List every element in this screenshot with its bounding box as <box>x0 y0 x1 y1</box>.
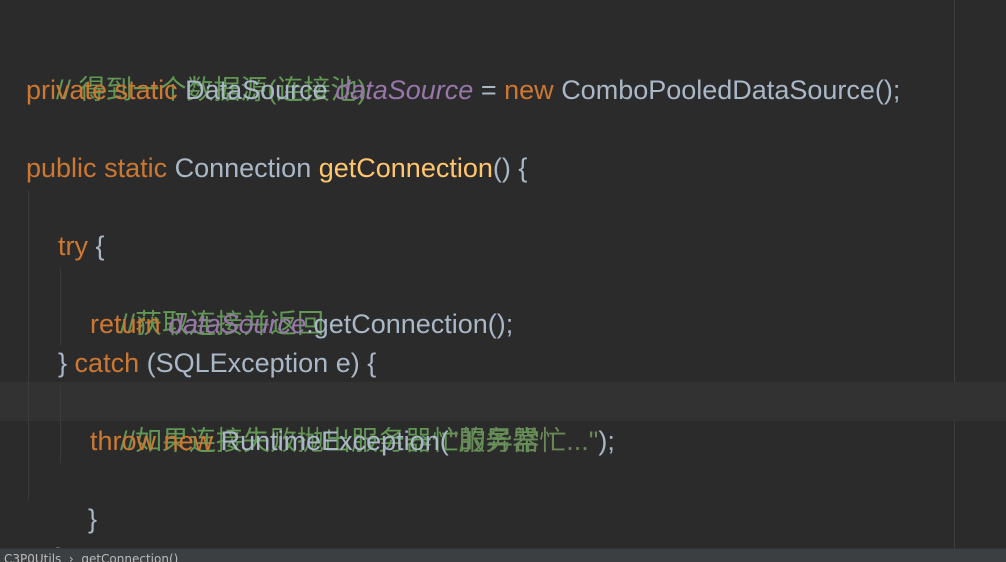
code-line-9[interactable]: throw new RuntimeException("服务器忙..."); <box>90 422 615 461</box>
keyword-throw: throw <box>90 426 157 456</box>
breadcrumb-bar[interactable]: C3P0Utils › getConnection() <box>0 548 1006 562</box>
indent-guide <box>28 190 29 500</box>
method-call: .getConnection(); <box>306 309 514 339</box>
code-line-11[interactable]: } <box>26 500 65 562</box>
keyword-public: public <box>26 153 97 183</box>
type-name: DataSource <box>185 75 328 105</box>
operator-equals: = <box>480 75 497 105</box>
code-line-5[interactable]: //获取连接并返回 <box>90 266 324 339</box>
breadcrumb[interactable]: C3P0Utils › getConnection() <box>4 552 178 562</box>
brace: } <box>58 348 68 378</box>
constructor-call: ComboPooledDataSource(); <box>561 75 901 105</box>
keyword-return: return <box>90 309 161 339</box>
code-line-2[interactable]: private static DataSource dataSource = n… <box>26 71 900 110</box>
keyword-catch: catch <box>74 348 140 378</box>
keyword-new: new <box>163 426 214 456</box>
code-line-7[interactable]: } catch (SQLException e) { <box>58 344 376 383</box>
brace: } <box>88 504 98 534</box>
code-line-4[interactable]: try { <box>58 227 105 266</box>
code-line-8[interactable]: //如果连接失败抛出服务器忙的异常 <box>90 383 540 456</box>
indent-guide <box>60 268 61 346</box>
statement-end: ); <box>598 426 615 456</box>
method-signature-rest: () { <box>492 153 528 183</box>
code-line-10[interactable]: } <box>58 461 97 534</box>
code-editor[interactable]: // 得到一个数据源(连接池) private static DataSourc… <box>0 0 1006 562</box>
string-literal: "服务器忙..." <box>448 426 599 456</box>
code-line-3[interactable]: public static Connection getConnection()… <box>26 149 527 188</box>
method-name: getConnection <box>318 153 493 183</box>
keyword-static: static <box>114 75 178 105</box>
code-line-6[interactable]: return dataSource.getConnection(); <box>90 305 513 344</box>
right-margin-guide <box>954 0 955 548</box>
brace: { <box>95 231 105 261</box>
keyword-try: try <box>58 231 88 261</box>
field-name: dataSource <box>335 75 474 105</box>
keyword-private: private <box>26 75 108 105</box>
indent-guide <box>60 385 61 463</box>
type-name: Connection <box>174 153 312 183</box>
field-name: dataSource <box>168 309 307 339</box>
constructor-call: RuntimeException( <box>220 426 449 456</box>
catch-clause: (SQLException e) { <box>146 348 377 378</box>
keyword-new: new <box>504 75 554 105</box>
code-line-1[interactable]: // 得到一个数据源(连接池) <box>26 32 367 105</box>
keyword-static: static <box>104 153 168 183</box>
